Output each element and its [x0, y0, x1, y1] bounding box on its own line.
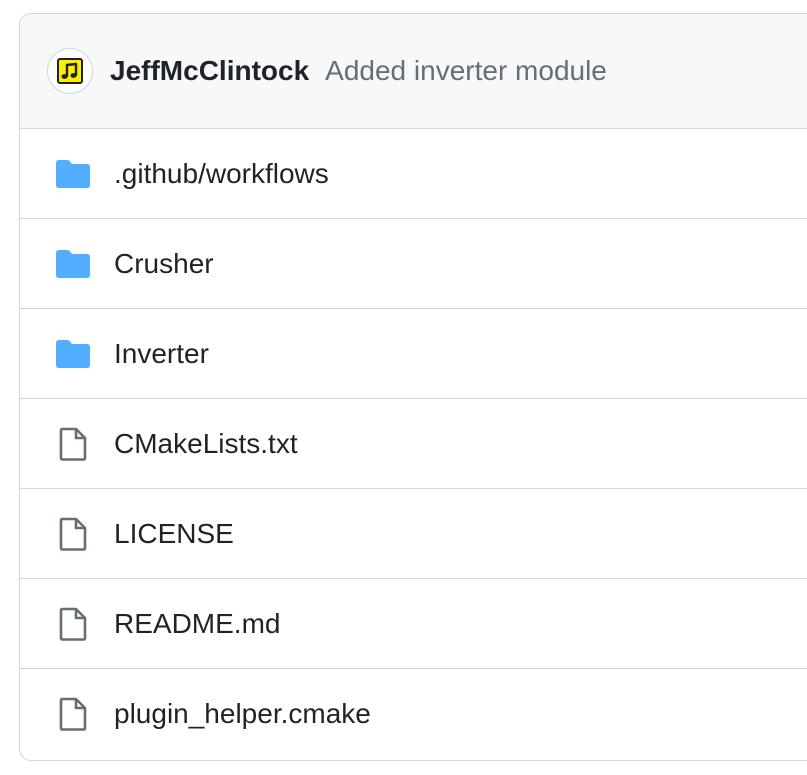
file-row-crusher[interactable]: Crusher	[20, 219, 807, 309]
commit-message-link[interactable]: Added inverter module	[325, 55, 607, 87]
file-row-inverter[interactable]: Inverter	[20, 309, 807, 399]
commit-author-link[interactable]: JeffMcClintock	[110, 55, 309, 87]
file-name-link[interactable]: README.md	[114, 608, 280, 640]
folder-icon	[55, 157, 91, 191]
file-icon	[55, 517, 91, 551]
file-name-link[interactable]: .github/workflows	[114, 158, 329, 190]
file-icon	[55, 427, 91, 461]
file-name-link[interactable]: LICENSE	[114, 518, 234, 550]
file-name-link[interactable]: plugin_helper.cmake	[114, 698, 371, 730]
folder-icon	[55, 247, 91, 281]
file-icon	[55, 607, 91, 641]
file-row-github-workflows[interactable]: .github/workflows	[20, 129, 807, 219]
file-row-plugin-helper[interactable]: plugin_helper.cmake	[20, 669, 807, 759]
file-name-link[interactable]: Inverter	[114, 338, 209, 370]
file-row-license[interactable]: LICENSE	[20, 489, 807, 579]
file-browser-box: JeffMcClintock Added inverter module .gi…	[19, 13, 807, 761]
latest-commit-header: JeffMcClintock Added inverter module	[20, 14, 807, 129]
file-icon	[55, 697, 91, 731]
folder-icon	[55, 337, 91, 371]
music-note-avatar-icon	[57, 58, 83, 84]
author-avatar[interactable]	[47, 48, 93, 94]
file-name-link[interactable]: Crusher	[114, 248, 214, 280]
file-row-cmakelists[interactable]: CMakeLists.txt	[20, 399, 807, 489]
file-name-link[interactable]: CMakeLists.txt	[114, 428, 298, 460]
file-row-readme[interactable]: README.md	[20, 579, 807, 669]
